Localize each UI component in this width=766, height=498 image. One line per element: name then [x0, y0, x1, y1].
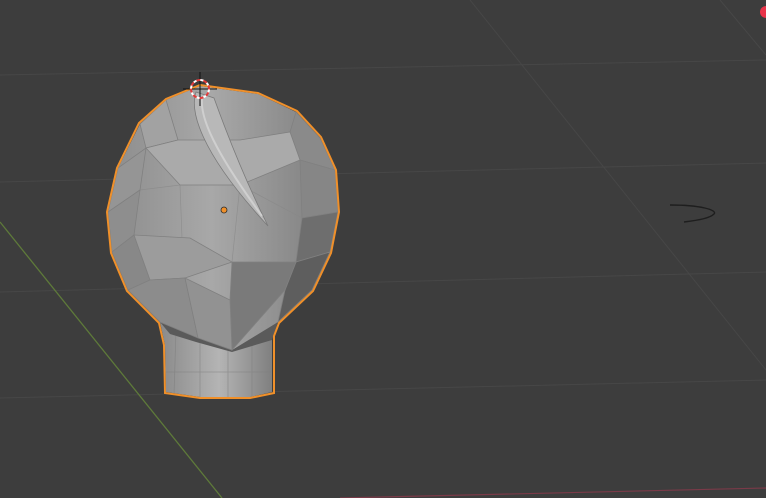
- grid-line: [0, 59, 766, 76]
- object-origin-icon[interactable]: [220, 206, 228, 214]
- grid-line: [719, 0, 766, 56]
- x-axis-line: [339, 487, 766, 498]
- head-mesh[interactable]: [105, 83, 341, 399]
- viewport-canvas[interactable]: [0, 0, 766, 498]
- grid-line: [0, 271, 766, 293]
- camera-arc-icon: [669, 204, 716, 223]
- viewport-corner-dot-icon: [760, 6, 766, 18]
- grid-line: [469, 0, 766, 371]
- grid-line: [0, 379, 766, 399]
- 3d-viewport[interactable]: [0, 0, 766, 498]
